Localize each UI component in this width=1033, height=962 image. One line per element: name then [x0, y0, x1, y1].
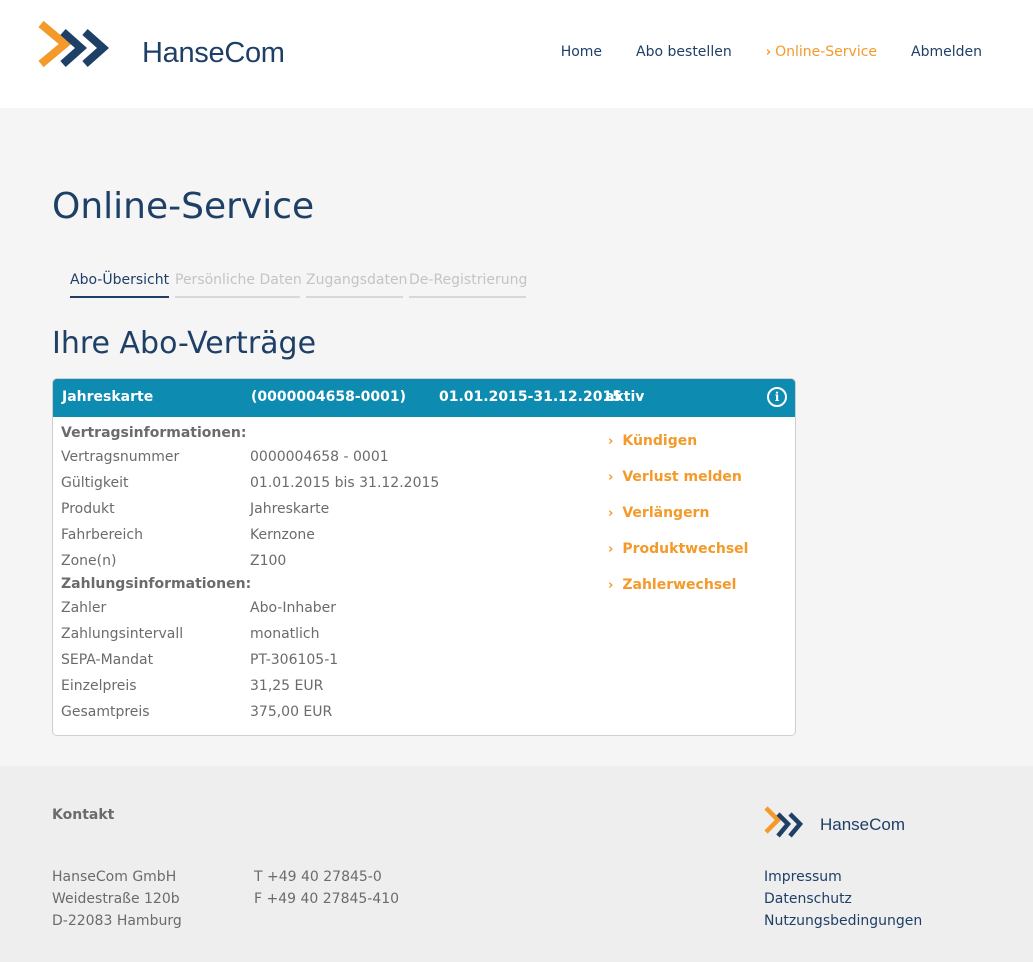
payment-value: 31,25 EUR	[250, 678, 324, 694]
payment-label: SEPA-Mandat	[61, 652, 154, 668]
phone-line: T +49 40 27845-0	[254, 869, 382, 885]
nav-abo-bestellen-label: Abo bestellen	[636, 44, 732, 60]
link-datenschutz[interactable]: Datenschutz	[764, 888, 922, 910]
info-label: Produkt	[61, 501, 115, 517]
nav-online-service[interactable]: › Online-Service	[766, 44, 877, 60]
info-circle-icon[interactable]: i	[767, 387, 787, 407]
action-label: Produktwechsel	[622, 541, 749, 557]
info-value: Kernzone	[250, 527, 315, 543]
action-label: Zahlerwechsel	[622, 577, 737, 593]
info-value: 0000004658 - 0001	[250, 449, 389, 465]
link-nutzungsbedingungen[interactable]: Nutzungsbedingungen	[764, 910, 922, 932]
footer-logo[interactable]: HanseCom	[764, 806, 905, 844]
contract-type: Jahreskarte	[62, 389, 154, 405]
action-label: Verlust melden	[622, 469, 742, 485]
chevron-right-icon: ›	[608, 469, 614, 485]
tab-persoenliche-daten[interactable]: Persönliche Daten	[175, 272, 302, 298]
nav-home-label: Home	[560, 44, 603, 60]
payment-value: 375,00 EUR	[250, 704, 333, 720]
chevron-right-icon: ›	[608, 541, 614, 557]
contract-status: aktiv	[605, 389, 645, 405]
chevron-right-icon: ›	[608, 505, 614, 521]
chevron-right-icon: ›	[608, 577, 614, 593]
payment-value: PT-306105-1	[250, 652, 339, 668]
info-label: Fahrbereich	[61, 527, 143, 543]
chevron-right-icon: ›	[765, 44, 772, 60]
tab-de-registrierung[interactable]: De-Registrierung	[409, 272, 527, 298]
section-title: Ihre Abo-Verträge	[52, 326, 317, 361]
action-label: Kündigen	[622, 433, 698, 449]
tab-bar: Abo-Übersicht Persönliche Daten Zugangsd…	[70, 272, 532, 298]
info-label: Gültigkeit	[61, 475, 129, 491]
page-title: Online-Service	[52, 186, 315, 227]
chevron-right-icon: ›	[608, 433, 614, 449]
info-value: Z100	[250, 553, 287, 569]
action-label: Verlängern	[622, 505, 710, 521]
payment-label: Einzelpreis	[61, 678, 137, 694]
contract-card-header: Jahreskarte (0000004658-0001) 01.01.2015…	[53, 379, 795, 417]
nav-abmelden[interactable]: Abmelden	[911, 44, 982, 60]
footer-address: HanseCom GmbH Weidestraße 120b D-22083 H…	[52, 866, 182, 932]
nav-online-service-label: Online-Service	[775, 44, 878, 60]
address-line: HanseCom GmbH	[52, 869, 177, 885]
contract-number: (0000004658-0001)	[251, 389, 406, 405]
link-impressum[interactable]: Impressum	[764, 866, 922, 888]
tab-zugangsdaten[interactable]: Zugangsdaten	[306, 272, 407, 298]
info-label: Zone(n)	[61, 553, 117, 569]
payment-label: Zahlungsintervall	[61, 626, 184, 642]
payment-value: Abo-Inhaber	[250, 600, 337, 616]
chevrons-logo-icon	[38, 20, 110, 68]
action-zahlerwechsel[interactable]: › Zahlerwechsel	[608, 577, 736, 593]
payment-label: Zahler	[61, 600, 107, 616]
payment-info-title: Zahlungsinformationen:	[61, 576, 252, 592]
action-kuendigen[interactable]: › Kündigen	[608, 433, 697, 449]
footer-contact-title: Kontakt	[52, 807, 115, 823]
footer-phone: T +49 40 27845-0 F +49 40 27845-410	[254, 866, 399, 910]
tab-abo-uebersicht[interactable]: Abo-Übersicht	[70, 272, 169, 298]
contract-period: 01.01.2015-31.12.2015	[439, 389, 622, 405]
action-verlaengern[interactable]: › Verlängern	[608, 505, 709, 521]
contract-card: Jahreskarte (0000004658-0001) 01.01.2015…	[52, 378, 796, 736]
info-value: Jahreskarte	[250, 501, 330, 517]
footer-logo-text: HanseCom	[820, 815, 906, 834]
nav-abo-bestellen[interactable]: Abo bestellen	[636, 44, 732, 60]
nav-home[interactable]: Home	[561, 44, 602, 60]
footer-links: Impressum Datenschutz Nutzungsbedingunge…	[764, 866, 922, 932]
info-value: 01.01.2015 bis 31.12.2015	[250, 475, 440, 491]
info-label: Vertragsnummer	[61, 449, 180, 465]
address-line: Weidestraße 120b	[52, 891, 180, 907]
site-footer: Kontakt HanseCom GmbH Weidestraße 120b D…	[0, 766, 1033, 962]
address-line: D-22083 Hamburg	[52, 913, 182, 929]
payment-value: monatlich	[250, 626, 320, 642]
payment-label: Gesamtpreis	[61, 704, 150, 720]
fax-line: F +49 40 27845-410	[254, 891, 400, 907]
action-verlust-melden[interactable]: › Verlust melden	[608, 469, 742, 485]
site-header: HanseCom Home Abo bestellen › Online-Serv…	[0, 0, 1033, 108]
contract-info-title: Vertragsinformationen:	[61, 425, 247, 441]
action-produktwechsel[interactable]: › Produktwechsel	[608, 541, 748, 557]
hansecom-logo[interactable]: HanseCom	[37, 20, 285, 86]
logo-text: HanseCom	[142, 36, 285, 69]
nav-abmelden-label: Abmelden	[911, 44, 982, 60]
main-nav: Home Abo bestellen › Online-Service Abmel…	[527, 44, 982, 60]
chevrons-logo-icon	[764, 806, 804, 838]
